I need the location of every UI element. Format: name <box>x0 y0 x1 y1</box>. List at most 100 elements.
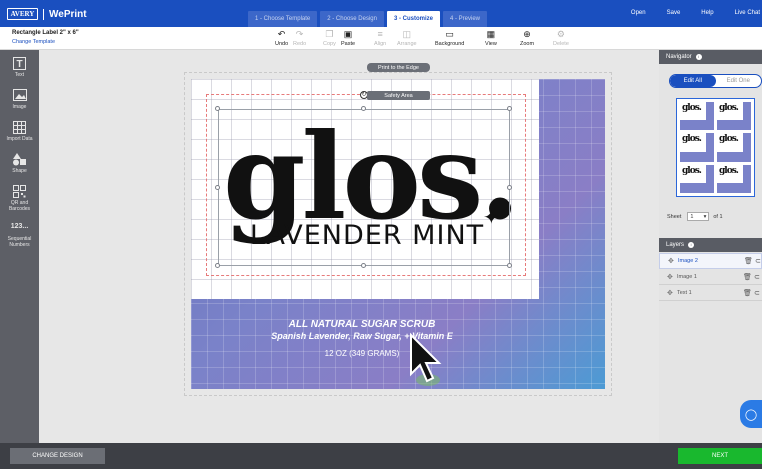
layer-label: Text 1 <box>677 289 692 296</box>
shapes-icon <box>12 152 27 166</box>
delete-icon: ⚙ <box>556 29 565 39</box>
text-tool-icon: T <box>13 56 27 70</box>
bottom-bar <box>0 443 762 469</box>
resize-handle-ml[interactable] <box>215 185 220 190</box>
move-icon[interactable]: ✥ <box>668 257 678 265</box>
mouse-cursor-icon <box>410 332 442 386</box>
shape-tool-label: Shape <box>12 168 27 174</box>
lock-icon[interactable]: ⊂ <box>754 289 760 297</box>
thumb-label[interactable]: glos. <box>717 133 751 162</box>
layers-title: Layers <box>666 242 685 248</box>
thumb-label[interactable]: glos. <box>717 102 751 131</box>
sheet-thumbnail[interactable]: glos. glos. glos. glos. glos. glos. <box>676 98 755 197</box>
live-chat-link[interactable]: Live Chat <box>735 10 760 16</box>
redo-icon: ↷ <box>295 29 304 39</box>
lock-icon[interactable]: ⊂ <box>755 257 761 265</box>
text-tool-label: Text <box>14 72 25 78</box>
qr-barcode-tool[interactable]: QR and Barcodes <box>0 184 39 212</box>
chat-icon[interactable]: ◯ <box>740 400 762 428</box>
navigator-header: Navigator i <box>659 50 762 64</box>
sheet-label: Sheet <box>667 213 682 220</box>
move-icon[interactable]: ✥ <box>667 273 677 281</box>
redo-button[interactable]: ↷ Redo <box>293 29 306 47</box>
step-preview[interactable]: 4 - Preview <box>442 11 487 27</box>
layer-label: Image 1 <box>677 273 697 280</box>
tool-rail: T Text Image Import Data Shape QR and Ba… <box>0 50 39 443</box>
change-template-link[interactable]: Change Template <box>12 39 55 45</box>
layer-label: Image 2 <box>678 258 698 264</box>
trash-icon[interactable]: 🗑 <box>744 257 753 265</box>
trash-icon[interactable]: 🗑 <box>743 273 752 281</box>
paste-button[interactable]: ▣ Paste <box>341 29 355 47</box>
zoom-label: Zoom <box>520 41 535 47</box>
resize-handle-bm[interactable] <box>361 263 366 268</box>
weprint-logo: WePrint <box>49 8 87 20</box>
move-icon[interactable]: ✥ <box>667 289 677 297</box>
next-button[interactable]: NEXT <box>678 448 762 464</box>
thumb-label-text: glos. <box>719 165 739 176</box>
thumb-label[interactable]: glos. <box>680 164 714 193</box>
resize-handle-tm[interactable] <box>361 106 366 111</box>
selection-box[interactable] <box>218 109 510 266</box>
sheet-selector-row: Sheet 1 ▾ of 1 <box>667 212 723 221</box>
text-tool[interactable]: T Text <box>0 56 39 78</box>
thumb-label[interactable]: glos. <box>680 133 714 162</box>
navigator-title: Navigator <box>666 54 692 60</box>
step-choose-design[interactable]: 2 - Choose Design <box>320 11 384 27</box>
zoom-button[interactable]: ⊕ Zoom <box>520 29 534 47</box>
align-button[interactable]: ≡ Align <box>374 29 386 47</box>
trash-icon[interactable]: 🗑 <box>743 289 752 297</box>
sequential-numbers-icon: 123... <box>10 223 29 230</box>
sequential-numbers-tool[interactable]: 123... Sequential Numbers <box>0 220 39 248</box>
layer-row[interactable]: ✥ Text 1 🗑 ⊂ <box>659 285 762 301</box>
delete-button[interactable]: ⚙ Delete <box>553 29 569 47</box>
change-design-button[interactable]: CHANGE DESIGN <box>10 448 105 464</box>
resize-handle-tr[interactable] <box>507 106 512 111</box>
view-button[interactable]: ▦ View <box>485 29 497 47</box>
resize-handle-br[interactable] <box>507 263 512 268</box>
layer-row[interactable]: ✥ Image 2 🗑 ⊂ <box>659 253 762 269</box>
shape-tool[interactable]: Shape <box>0 152 39 174</box>
resize-handle-tl[interactable] <box>215 106 220 111</box>
thumb-label[interactable]: glos. <box>717 164 751 193</box>
background-icon: ▭ <box>445 29 454 39</box>
step-choose-template[interactable]: 1 - Choose Template <box>248 11 318 27</box>
layers-header: Layers i <box>659 238 762 252</box>
edit-one-button[interactable]: Edit One <box>716 75 762 87</box>
step-customize[interactable]: 3 - Customize <box>386 11 440 27</box>
help-link[interactable]: Help <box>701 10 713 16</box>
edit-all-button[interactable]: Edit All <box>670 75 716 87</box>
thumb-label-text: glos. <box>682 134 702 145</box>
image-tool-label: Image <box>12 104 27 110</box>
import-data-tool[interactable]: Import Data <box>0 120 39 142</box>
background-button[interactable]: ▭ Background <box>435 29 464 47</box>
open-link[interactable]: Open <box>631 10 646 16</box>
thumb-label-text: glos. <box>719 134 739 145</box>
resize-handle-bl[interactable] <box>215 263 220 268</box>
top-bar: AVERY WePrint 1 - Choose Template 2 - Ch… <box>0 0 762 27</box>
save-link[interactable]: Save <box>667 10 681 16</box>
undo-button[interactable]: ↶ Undo <box>275 29 288 47</box>
paste-icon: ▣ <box>343 29 353 39</box>
arrange-icon: ◫ <box>402 29 412 39</box>
arrange-button[interactable]: ◫ Arrange <box>397 29 417 47</box>
info-icon[interactable]: i <box>688 242 695 248</box>
brand[interactable]: AVERY WePrint <box>7 7 87 21</box>
layer-row[interactable]: ✥ Image 1 🗑 ⊂ <box>659 269 762 285</box>
lock-icon[interactable]: ⊂ <box>754 273 760 281</box>
sheet-select[interactable]: 1 ▾ <box>687 212 710 221</box>
sequential-numbers-label: Sequential Numbers <box>7 236 32 248</box>
product-title-text[interactable]: ALL NATURAL SUGAR SCRUB <box>262 319 462 330</box>
background-label: Background <box>435 41 465 47</box>
image-tool[interactable]: Image <box>0 88 39 110</box>
undo-icon: ↶ <box>277 29 286 39</box>
top-links: Open Save Help Live Chat <box>631 10 762 16</box>
thumb-label[interactable]: glos. <box>680 102 714 131</box>
resize-handle-mr[interactable] <box>507 185 512 190</box>
info-icon[interactable]: i <box>695 54 702 60</box>
grid-view-icon: ▦ <box>486 29 496 39</box>
delete-label: Delete <box>553 41 569 47</box>
avery-logo: AVERY <box>7 8 38 20</box>
copy-button[interactable]: ❐ Copy <box>323 29 336 47</box>
thumb-label-text: glos. <box>682 165 702 176</box>
